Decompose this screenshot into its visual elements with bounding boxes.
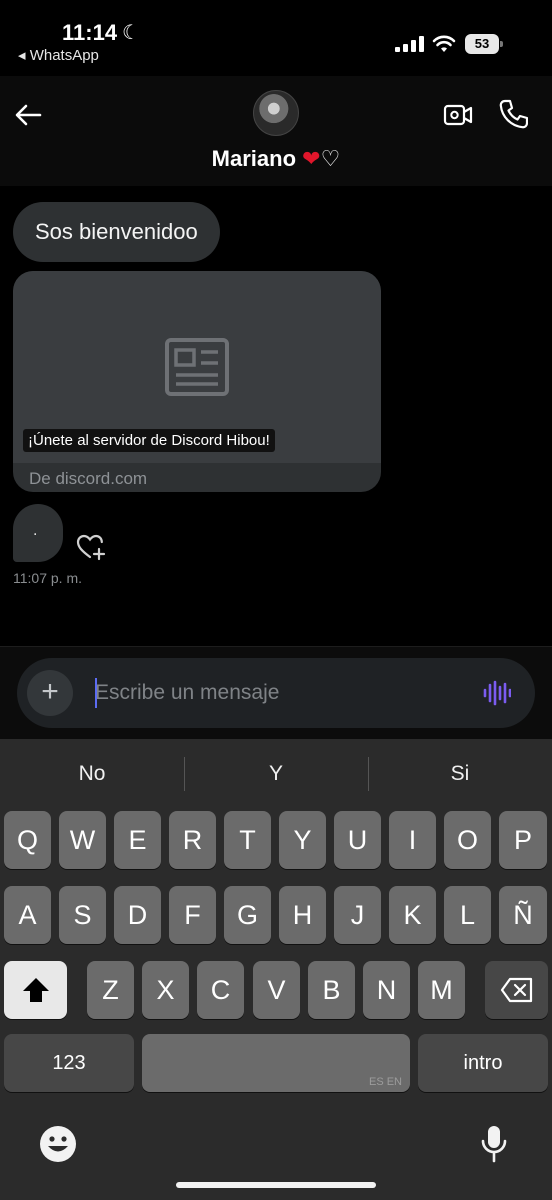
numbers-key[interactable]: 123 — [4, 1034, 134, 1092]
message-bubble-dot[interactable]: . — [13, 504, 63, 562]
link-preview-image: ¡Únete al servidor de Discord Hibou! — [13, 271, 381, 463]
wifi-icon — [432, 35, 456, 52]
space-key[interactable]: ES EN — [142, 1034, 410, 1092]
key-r[interactable]: R — [169, 811, 216, 869]
key-h[interactable]: H — [279, 886, 326, 944]
key-f[interactable]: F — [169, 886, 216, 944]
message-bubble[interactable]: Sos bienvenidoo — [13, 202, 220, 262]
chat-header: Mariano ❤♡ — [0, 76, 552, 186]
key-y[interactable]: Y — [279, 811, 326, 869]
contact-name-row[interactable]: Mariano ❤♡ — [0, 146, 552, 172]
cell-signal-icon — [395, 36, 424, 52]
contact-avatar[interactable] — [253, 90, 299, 136]
key-x[interactable]: X — [142, 961, 189, 1019]
phone-icon[interactable] — [498, 98, 528, 130]
contact-name: Mariano — [211, 146, 297, 171]
suggestion-bar: No Y Si — [0, 739, 552, 809]
key-d[interactable]: D — [114, 886, 161, 944]
key-o[interactable]: O — [444, 811, 491, 869]
chat-area[interactable]: Sos bienvenidoo ¡Únete al servidor de Di… — [0, 186, 552, 646]
suggestion-si[interactable]: Si — [368, 739, 552, 809]
composer: + — [17, 658, 535, 728]
backspace-key[interactable] — [485, 961, 548, 1019]
key-q[interactable]: Q — [4, 811, 51, 869]
key-t[interactable]: T — [224, 811, 271, 869]
key-i[interactable]: I — [389, 811, 436, 869]
add-reaction-heart-icon[interactable] — [76, 533, 106, 561]
message-input[interactable] — [95, 658, 455, 728]
shift-key[interactable] — [4, 961, 67, 1019]
key-m[interactable]: M — [418, 961, 465, 1019]
text-caret — [95, 678, 97, 708]
key-g[interactable]: G — [224, 886, 271, 944]
key-b[interactable]: B — [308, 961, 355, 1019]
key-u[interactable]: U — [334, 811, 381, 869]
return-key[interactable]: intro — [418, 1034, 548, 1092]
link-domain: De discord.com — [29, 469, 148, 488]
red-heart-icon: ❤ — [302, 146, 321, 171]
dictation-mic-icon[interactable] — [474, 1124, 514, 1164]
battery-icon: 53 — [465, 34, 503, 54]
status-time: 11:14 — [62, 20, 118, 45]
emoji-icon[interactable] — [38, 1124, 78, 1164]
shift-arrow-icon — [22, 978, 49, 1002]
key-c[interactable]: C — [197, 961, 244, 1019]
key-e[interactable]: E — [114, 811, 161, 869]
link-preview-card[interactable]: ¡Únete al servidor de Discord Hibou! De … — [13, 271, 381, 492]
link-preview-caption: ¡Únete al servidor de Discord Hibou! — [23, 429, 275, 452]
key-p[interactable]: P — [499, 811, 547, 869]
suggestion-no[interactable]: No — [0, 739, 184, 809]
key-l[interactable]: L — [444, 886, 491, 944]
attach-plus-button[interactable]: + — [27, 670, 73, 716]
news-article-icon — [165, 338, 229, 396]
key-n-tilde[interactable]: Ñ — [499, 886, 547, 944]
key-k[interactable]: K — [389, 886, 436, 944]
status-bar: 11:14 ☾ ◂ WhatsApp 53 — [0, 0, 552, 76]
message-text: . — [33, 522, 38, 539]
voice-waveform-icon[interactable] — [483, 680, 511, 706]
key-j[interactable]: J — [334, 886, 381, 944]
key-v[interactable]: V — [253, 961, 300, 1019]
suggestion-y[interactable]: Y — [184, 739, 368, 809]
video-call-icon[interactable] — [443, 100, 473, 130]
home-indicator[interactable] — [176, 1182, 376, 1188]
keyboard: No Y Si Q W E R T Y U I O P A S D F G H … — [0, 739, 552, 1200]
key-s[interactable]: S — [59, 886, 106, 944]
focus-moon-icon: ☾ — [122, 22, 140, 44]
message-timestamp: 11:07 p. m. — [13, 570, 83, 586]
back-arrow-icon[interactable] — [12, 98, 46, 132]
battery-level: 53 — [465, 34, 499, 54]
back-to-app-link[interactable]: ◂ WhatsApp — [18, 46, 99, 64]
key-a[interactable]: A — [4, 886, 51, 944]
key-w[interactable]: W — [59, 811, 106, 869]
backspace-icon — [500, 977, 532, 1003]
key-n[interactable]: N — [363, 961, 410, 1019]
composer-bar: + — [0, 646, 552, 739]
language-indicator: ES EN — [368, 1076, 402, 1088]
white-heart-icon: ♡ — [320, 146, 341, 171]
key-z[interactable]: Z — [87, 961, 134, 1019]
